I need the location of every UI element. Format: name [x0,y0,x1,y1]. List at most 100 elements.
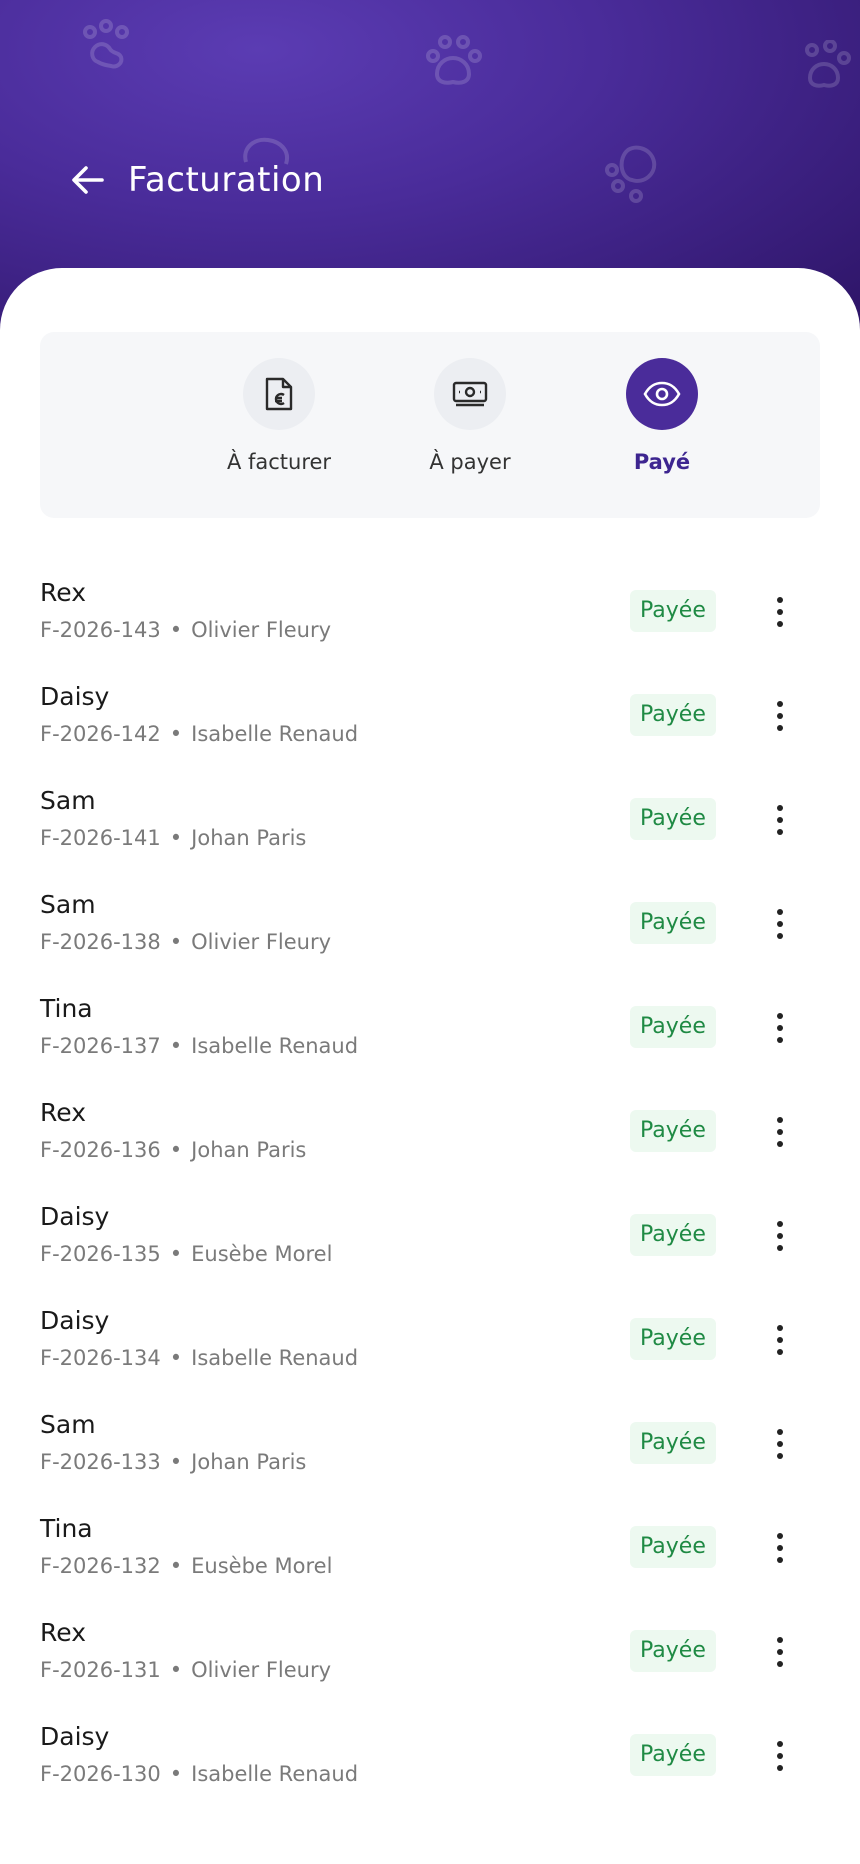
invoice-subtitle: F-2026-135 • Eusèbe Morel [40,1242,332,1266]
invoice-number: F-2026-142 [40,722,161,746]
invoice-number: F-2026-137 [40,1034,161,1058]
paw-icon [605,145,657,203]
invoice-row[interactable]: Sam F-2026-133 • Johan Paris Payée [0,1410,860,1514]
more-vertical-icon[interactable] [760,1108,800,1156]
paw-icon [426,35,482,85]
invoice-row[interactable]: Daisy F-2026-135 • Eusèbe Morel Payée [0,1202,860,1306]
invoice-row[interactable]: Daisy F-2026-134 • Isabelle Renaud Payée [0,1306,860,1410]
status-badge: Payée [630,1630,716,1672]
more-vertical-icon[interactable] [760,1732,800,1780]
arrow-left-icon [72,166,104,194]
status-tabs: À facturer À payer Payé [40,332,820,518]
pet-name: Sam [40,786,96,815]
eye-icon [643,381,681,407]
invoice-row[interactable]: Daisy F-2026-130 • Isabelle Renaud Payée [0,1722,860,1826]
invoice-number: F-2026-130 [40,1762,161,1786]
owner-name: Isabelle Renaud [191,722,359,746]
owner-name: Isabelle Renaud [191,1034,359,1058]
status-badge: Payée [630,694,716,736]
separator-dot: • [169,1242,183,1266]
tab-a-facturer[interactable]: À facturer [204,358,354,474]
invoice-row[interactable]: Tina F-2026-132 • Eusèbe Morel Payée [0,1514,860,1618]
separator-dot: • [169,618,183,642]
invoice-subtitle: F-2026-138 • Olivier Fleury [40,930,331,954]
owner-name: Isabelle Renaud [191,1762,359,1786]
status-badge: Payée [630,1006,716,1048]
separator-dot: • [169,1762,183,1786]
tab-icon-circle [434,358,506,430]
more-vertical-icon[interactable] [760,1212,800,1260]
status-badge: Payée [630,902,716,944]
banknote-icon [452,381,488,407]
more-vertical-icon[interactable] [760,1004,800,1052]
invoice-number: F-2026-136 [40,1138,161,1162]
more-vertical-icon[interactable] [760,692,800,740]
back-button[interactable] [66,158,110,202]
status-badge: Payée [630,1214,716,1256]
separator-dot: • [169,1346,183,1370]
invoice-number: F-2026-131 [40,1658,161,1682]
owner-name: Johan Paris [191,1138,307,1162]
tab-label: À payer [429,450,511,474]
invoice-subtitle: F-2026-134 • Isabelle Renaud [40,1346,358,1370]
more-vertical-icon[interactable] [760,588,800,636]
invoice-row[interactable]: Tina F-2026-137 • Isabelle Renaud Payée [0,994,860,1098]
tab-icon-circle [243,358,315,430]
pet-name: Daisy [40,682,110,711]
invoice-number: F-2026-132 [40,1554,161,1578]
invoice-number: F-2026-134 [40,1346,161,1370]
pet-name: Rex [40,578,86,607]
separator-dot: • [169,1554,183,1578]
invoice-subtitle: F-2026-131 • Olivier Fleury [40,1658,331,1682]
separator-dot: • [169,722,183,746]
tab-label: Payé [633,450,691,474]
pet-name: Daisy [40,1722,110,1751]
paw-icon [83,19,129,69]
invoice-number: F-2026-135 [40,1242,161,1266]
separator-dot: • [169,1034,183,1058]
invoice-row[interactable]: Daisy F-2026-142 • Isabelle Renaud Payée [0,682,860,786]
pet-name: Rex [40,1618,86,1647]
invoice-number: F-2026-138 [40,930,161,954]
tab-a-payer[interactable]: À payer [395,358,545,474]
pet-name: Daisy [40,1202,110,1231]
separator-dot: • [169,1138,183,1162]
invoice-number: F-2026-143 [40,618,161,642]
status-badge: Payée [630,1318,716,1360]
status-badge: Payée [630,1526,716,1568]
owner-name: Eusèbe Morel [191,1242,333,1266]
pet-name: Rex [40,1098,86,1127]
invoice-row[interactable]: Rex F-2026-131 • Olivier Fleury Payée [0,1618,860,1722]
page-title: Facturation [128,160,325,200]
invoice-row[interactable]: Rex F-2026-136 • Johan Paris Payée [0,1098,860,1202]
separator-dot: • [169,930,183,954]
invoice-row[interactable]: Sam F-2026-141 • Johan Paris Payée [0,786,860,890]
invoice-subtitle: F-2026-130 • Isabelle Renaud [40,1762,358,1786]
owner-name: Johan Paris [191,1450,307,1474]
more-vertical-icon[interactable] [760,1316,800,1364]
more-vertical-icon[interactable] [760,1628,800,1676]
invoice-list: Rex F-2026-143 • Olivier Fleury Payée Daisy F-… [0,578,860,1826]
invoice-row[interactable]: Rex F-2026-143 • Olivier Fleury Payée [0,578,860,682]
separator-dot: • [169,1658,183,1682]
status-badge: Payée [630,1422,716,1464]
more-vertical-icon[interactable] [760,1524,800,1572]
status-badge: Payée [630,798,716,840]
invoice-euro-icon [265,377,293,411]
more-vertical-icon[interactable] [760,1420,800,1468]
tab-label: À facturer [226,450,332,474]
invoice-number: F-2026-141 [40,826,161,850]
owner-name: Olivier Fleury [191,618,332,642]
more-vertical-icon[interactable] [760,796,800,844]
separator-dot: • [169,826,183,850]
pet-name: Daisy [40,1306,110,1335]
pet-name: Sam [40,890,96,919]
owner-name: Eusèbe Morel [191,1554,333,1578]
owner-name: Olivier Fleury [191,1658,332,1682]
separator-dot: • [169,1450,183,1474]
more-vertical-icon[interactable] [760,900,800,948]
invoice-row[interactable]: Sam F-2026-138 • Olivier Fleury Payée [0,890,860,994]
status-badge: Payée [630,1110,716,1152]
tab-paye[interactable]: Payé [587,358,737,474]
invoice-subtitle: F-2026-136 • Johan Paris [40,1138,306,1162]
